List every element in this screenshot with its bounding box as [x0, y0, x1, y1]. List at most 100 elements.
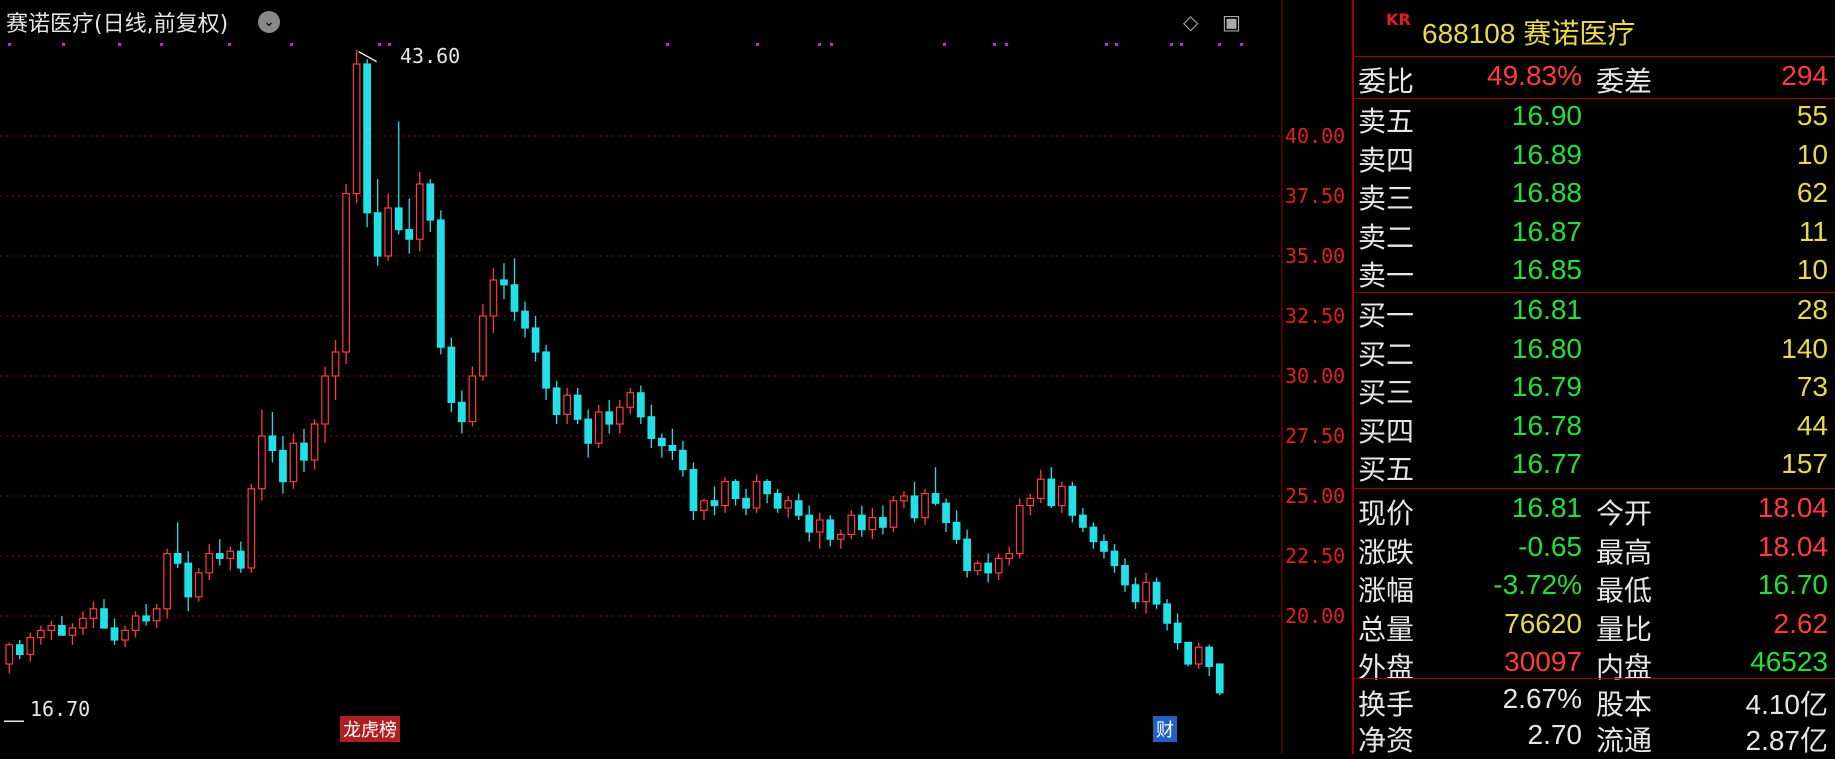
- event-marker: [1105, 43, 1108, 46]
- candle-body: [468, 375, 477, 423]
- bids-volume: 73: [1796, 371, 1828, 402]
- asks-volume: 62: [1796, 177, 1828, 208]
- candle-body: [647, 416, 656, 439]
- bids-row: 买四 16.78 44: [1358, 410, 1830, 448]
- candle-body: [258, 435, 266, 490]
- candle-body: [47, 624, 56, 631]
- stat-row: 涨幅 -3.72% 最低 16.70: [1358, 569, 1830, 607]
- stat-value: 2.70: [1527, 719, 1583, 750]
- candle-body: [226, 550, 235, 560]
- asks-price: 16.90: [1511, 100, 1582, 131]
- candle-body: [1184, 641, 1193, 665]
- candle-body: [342, 193, 350, 353]
- candle-body: [836, 533, 845, 540]
- candle-body: [205, 552, 214, 574]
- stat-label: 最高: [1596, 536, 1653, 568]
- stat-row: 换手 2.67% 股本 4.10亿: [1358, 683, 1830, 721]
- bids-volume: 28: [1796, 294, 1828, 325]
- kline-svg[interactable]: 20.00 22.50 25.00 27.50 30.00 32.50 35.00 37.50…: [0, 0, 1350, 754]
- candle-body: [321, 375, 329, 425]
- candle-body: [963, 538, 971, 572]
- chevron-down-icon[interactable]: ⌄: [258, 11, 280, 33]
- candle-body: [1152, 581, 1161, 605]
- candle-body: [500, 279, 508, 286]
- candle-body: [1194, 646, 1203, 665]
- diamond-icon[interactable]: ◇: [1183, 12, 1203, 32]
- stat-value: -3.72%: [1493, 569, 1582, 600]
- candle-body: [984, 562, 993, 574]
- stat-value: 18.04: [1757, 530, 1828, 562]
- asks-volume: 10: [1796, 138, 1828, 170]
- panel-toggle-icon[interactable]: ▣: [1222, 12, 1242, 32]
- candle-body: [857, 514, 866, 531]
- candle-body: [805, 514, 814, 533]
- asks-volume: 55: [1796, 100, 1828, 131]
- candle-body: [615, 406, 624, 425]
- event-marker: [1170, 43, 1173, 46]
- bids-label: 买三: [1358, 377, 1415, 408]
- event-marker: [1240, 43, 1243, 46]
- event-marker: [756, 43, 759, 46]
- quote-header: KR 688108 赛诺医疗: [1354, 0, 1835, 55]
- candle-body: [552, 387, 561, 415]
- y-tick-label: 25.00: [1285, 484, 1345, 508]
- stat-label: 涨幅: [1358, 575, 1415, 606]
- stat-value: 30097: [1504, 646, 1582, 677]
- candle-body: [58, 624, 66, 636]
- candle-body: [994, 557, 1003, 574]
- kline-chart[interactable]: 20.00 22.50 25.00 27.50 30.00 32.50 35.00 37.50…: [0, 0, 1350, 754]
- longhubang-tag[interactable]: 龙虎榜: [340, 716, 400, 742]
- bids-price: 16.77: [1511, 448, 1582, 479]
- candle-body: [636, 392, 645, 418]
- event-marker: [118, 43, 121, 46]
- candle-body: [710, 500, 719, 507]
- candle-body: [152, 608, 161, 622]
- candle-body: [1163, 603, 1171, 624]
- event-marker: [228, 43, 231, 46]
- candle-body: [1057, 485, 1066, 507]
- stat-label: 涨跌: [1358, 536, 1415, 568]
- candle-body: [1121, 564, 1129, 586]
- candle-body: [184, 562, 193, 598]
- bids-price: 16.81: [1511, 294, 1582, 325]
- finance-tag[interactable]: 财: [1153, 716, 1177, 742]
- candle-body: [68, 627, 77, 636]
- candle-body: [89, 608, 98, 619]
- candle-body: [784, 500, 793, 509]
- stat-value: 18.04: [1757, 492, 1828, 523]
- stat-label: 量比: [1596, 613, 1653, 645]
- bids-price: 16.80: [1511, 332, 1582, 364]
- candle-body: [1215, 663, 1224, 694]
- candle-body: [236, 550, 245, 569]
- event-marker: [1115, 43, 1118, 46]
- y-tick-label: 35.00: [1285, 244, 1345, 268]
- candle-body: [742, 497, 750, 509]
- asks-price: 16.87: [1511, 215, 1582, 247]
- event-marker: [1218, 43, 1221, 46]
- candle-body: [973, 562, 982, 572]
- candle-body: [1036, 478, 1045, 500]
- candle-body: [1015, 505, 1024, 555]
- stat-value: 46523: [1750, 646, 1828, 677]
- candle-body: [5, 644, 14, 665]
- candle-body: [594, 411, 603, 444]
- candle-body: [879, 516, 887, 528]
- candle-body: [510, 284, 519, 312]
- candle-body: [1026, 497, 1035, 507]
- candle-body: [563, 394, 571, 416]
- y-tick-label: 32.50: [1285, 304, 1345, 328]
- stat-value: 2.67%: [1502, 683, 1582, 714]
- bids-label: 买一: [1358, 300, 1415, 331]
- stat-label: 净资: [1358, 725, 1415, 756]
- asks-row: 卖一 16.85 10: [1358, 254, 1830, 292]
- asks-volume: 11: [1798, 215, 1828, 247]
- candle-body: [668, 445, 677, 452]
- stat-value: -0.65: [1518, 530, 1582, 562]
- candle-body: [15, 644, 24, 655]
- candle-body: [142, 615, 150, 622]
- event-marker: [378, 43, 381, 46]
- bids-price: 16.78: [1511, 409, 1582, 441]
- bids-volume: 157: [1781, 448, 1828, 479]
- candle-body: [426, 183, 435, 221]
- candle-body: [773, 493, 782, 509]
